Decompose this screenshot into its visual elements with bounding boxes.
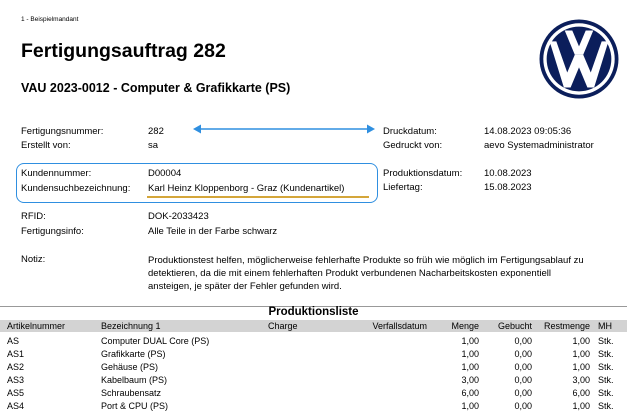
produktionsdatum-label: Produktionsdatum: bbox=[383, 168, 463, 179]
column-header-charge: Charge bbox=[268, 321, 298, 331]
kundensuch-value: Karl Heinz Kloppenborg - Graz (Kundenart… bbox=[148, 183, 345, 194]
notiz-label: Notiz: bbox=[21, 254, 46, 265]
column-header-menge: Menge bbox=[451, 321, 479, 331]
column-header-restmenge: Restmenge bbox=[543, 321, 590, 331]
druckdatum-value: 14.08.2023 09:05:36 bbox=[484, 126, 572, 137]
fertigungsnummer-value: 282 bbox=[148, 126, 164, 137]
druckdatum-label: Druckdatum: bbox=[383, 126, 437, 137]
cell-mh: Stk. bbox=[598, 349, 614, 359]
cell-gebucht: 0,00 bbox=[514, 349, 532, 359]
cell-artikelnummer: AS3 bbox=[7, 375, 25, 385]
cell-mh: Stk. bbox=[598, 388, 614, 398]
cell-bezeichnung: Port & CPU (PS) bbox=[101, 401, 169, 411]
erstellt-von-label: Erstellt von: bbox=[21, 140, 71, 151]
cell-restmenge: 1,00 bbox=[572, 336, 590, 346]
cell-mh: Stk. bbox=[598, 375, 614, 385]
notiz-text: Produktionstest helfen, möglicherweise f… bbox=[148, 255, 584, 292]
cell-artikelnummer: AS5 bbox=[7, 388, 25, 398]
cell-bezeichnung: Gehäuse (PS) bbox=[101, 362, 159, 372]
cell-bezeichnung: Kabelbaum (PS) bbox=[101, 375, 168, 385]
fertigungsnummer-label: Fertigungsnummer: bbox=[21, 126, 104, 137]
rfid-value: DOK-2033423 bbox=[148, 211, 209, 222]
column-header-gebucht: Gebucht bbox=[497, 321, 532, 331]
rfid-label: RFID: bbox=[21, 211, 46, 222]
order-subtitle: VAU 2023-0012 - Computer & Grafikkarte (… bbox=[21, 81, 291, 95]
kundennummer-value: D00004 bbox=[148, 168, 182, 179]
erstellt-von-value: sa bbox=[148, 140, 159, 151]
cell-menge: 1,00 bbox=[461, 336, 479, 346]
cell-menge: 1,00 bbox=[461, 349, 479, 359]
cell-restmenge: 1,00 bbox=[572, 349, 590, 359]
cell-mh: Stk. bbox=[598, 336, 614, 346]
cell-menge: 1,00 bbox=[461, 401, 479, 411]
page-title: Fertigungsauftrag 282 bbox=[21, 40, 226, 62]
cell-menge: 3,00 bbox=[461, 375, 479, 385]
double-arrow-annotation bbox=[193, 124, 375, 134]
cell-bezeichnung: Computer DUAL Core (PS) bbox=[101, 336, 210, 346]
kundensuch-label: Kundensuchbezeichnung: bbox=[21, 183, 131, 194]
kundennummer-label: Kundennummer: bbox=[21, 168, 92, 179]
liefertag-label: Liefertag: bbox=[383, 182, 423, 193]
liefertag-value: 15.08.2023 bbox=[484, 182, 532, 193]
cell-restmenge: 6,00 bbox=[572, 388, 590, 398]
gedruckt-von-label: Gedruckt von: bbox=[383, 140, 443, 151]
fertigungsinfo-label: Fertigungsinfo: bbox=[21, 226, 84, 237]
cell-menge: 1,00 bbox=[461, 362, 479, 372]
cell-mh: Stk. bbox=[598, 401, 614, 411]
fertigungsinfo-value: Alle Teile in der Farbe schwarz bbox=[148, 226, 278, 237]
cell-restmenge: 3,00 bbox=[572, 375, 590, 385]
column-header-bezeichnung: Bezeichnung 1 bbox=[101, 321, 161, 331]
cell-gebucht: 0,00 bbox=[514, 375, 532, 385]
cell-artikelnummer: AS1 bbox=[7, 349, 25, 359]
vw-logo-icon bbox=[539, 19, 619, 99]
produktionsliste-title: Produktionsliste bbox=[268, 306, 359, 318]
column-header-artikelnummer: Artikelnummer bbox=[7, 321, 66, 331]
column-header-mh: MH bbox=[598, 321, 612, 331]
cell-artikelnummer: AS bbox=[7, 336, 20, 346]
cell-restmenge: 1,00 bbox=[572, 362, 590, 372]
cell-restmenge: 1,00 bbox=[572, 401, 590, 411]
produktionsdatum-value: 10.08.2023 bbox=[484, 168, 532, 179]
cell-gebucht: 0,00 bbox=[514, 336, 532, 346]
table-header-band bbox=[0, 320, 627, 332]
cell-bezeichnung: Grafikkarte (PS) bbox=[101, 349, 166, 359]
cell-artikelnummer: AS4 bbox=[7, 401, 25, 411]
mandant-label: 1 - Beispielmandant bbox=[21, 16, 79, 23]
cell-gebucht: 0,00 bbox=[514, 362, 532, 372]
customer-underline bbox=[147, 196, 369, 198]
cell-bezeichnung: Schraubensatz bbox=[101, 388, 162, 398]
cell-menge: 6,00 bbox=[461, 388, 479, 398]
gedruckt-von-value: aevo Systemadministrator bbox=[484, 140, 594, 151]
cell-artikelnummer: AS2 bbox=[7, 362, 25, 372]
cell-mh: Stk. bbox=[598, 362, 614, 372]
cell-gebucht: 0,00 bbox=[514, 401, 532, 411]
column-header-verfallsdatum: Verfallsdatum bbox=[372, 321, 427, 331]
cell-gebucht: 0,00 bbox=[514, 388, 532, 398]
